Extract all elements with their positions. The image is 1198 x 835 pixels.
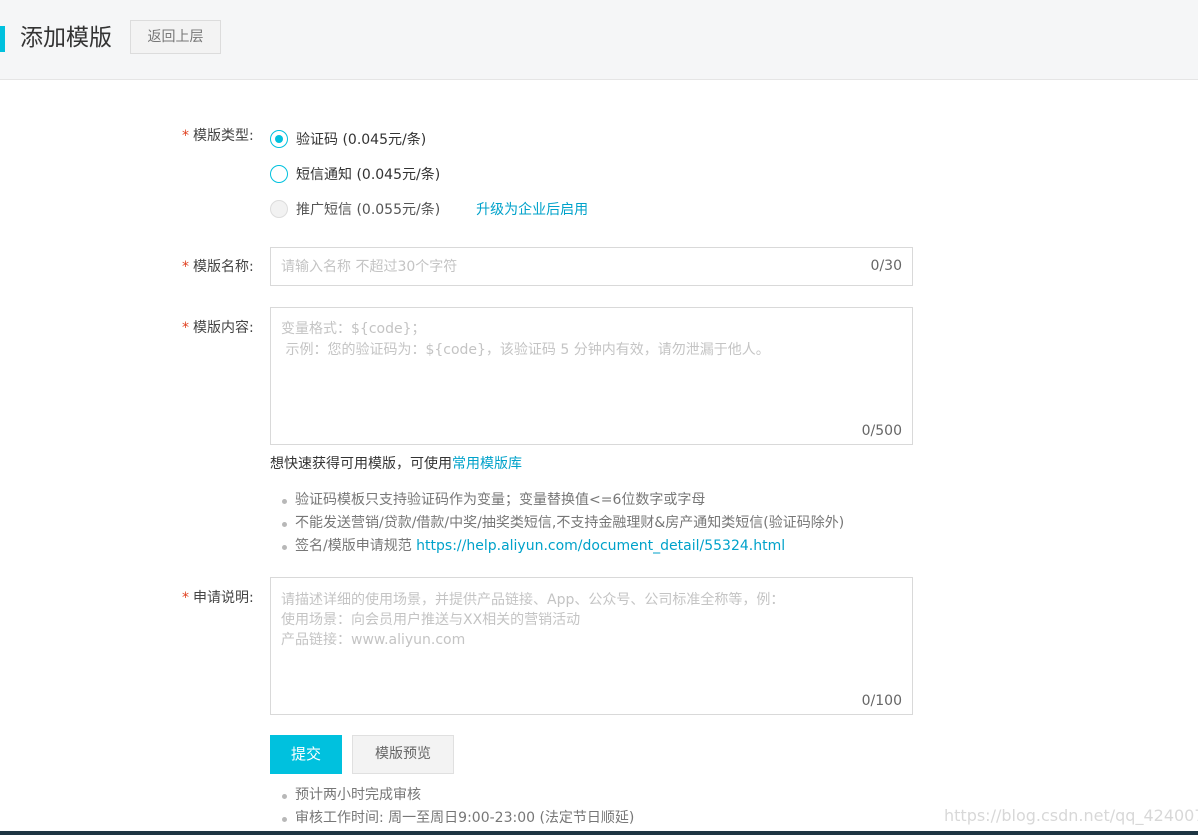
required-asterisk: * — [182, 590, 189, 606]
quick-template-tip: 想快速获得可用模版，可使用常用模版库 — [270, 456, 522, 472]
bottom-edge-bar — [0, 831, 1198, 835]
application-description-textarea[interactable]: 请描述详细的使用场景，并提供产品链接、App、公众号、公司标准全称等，例： 使用… — [270, 577, 913, 715]
template-content-textarea[interactable]: 变量格式：${code}； 示例：您的验证码为：${code}，该验证码 5 分… — [270, 307, 913, 445]
description-placeholder-line1: 请描述详细的使用场景，并提供产品链接、App、公众号、公司标准全称等，例： — [281, 592, 785, 608]
template-name-input[interactable]: 请输入名称 不超过30个字符 0/30 — [270, 247, 913, 286]
template-preview-button[interactable]: 模版预览 — [352, 735, 454, 774]
name-char-counter: 0/30 — [870, 258, 902, 274]
content-placeholder-line2: 示例：您的验证码为：${code}，该验证码 5 分钟内有效，请勿泄漏于他人。 — [281, 342, 770, 358]
title-accent-bar — [0, 26, 5, 52]
note-item: 验证码模板只支持验证码作为变量；变量替换值<=6位数字或字母 — [282, 489, 844, 512]
description-placeholder-line2: 使用场景：向会员用户推送与XX相关的营销活动 — [281, 612, 581, 628]
required-asterisk: * — [182, 259, 189, 275]
description-placeholder-line3: 产品链接：www.aliyun.com — [281, 632, 466, 648]
upgrade-enterprise-link[interactable]: 升级为企业后启用 — [476, 199, 588, 219]
page-title: 添加模版 — [20, 25, 112, 51]
radio-label: 短信通知 (0.045元/条) — [296, 167, 441, 183]
template-type-label: * 模版类型: — [182, 128, 254, 144]
name-placeholder: 请输入名称 不超过30个字符 — [281, 259, 458, 275]
radio-label: 推广短信 (0.055元/条) — [296, 202, 441, 218]
common-templates-link[interactable]: 常用模版库 — [452, 456, 522, 472]
radio-disabled-icon — [270, 200, 288, 218]
review-notes: 预计两小时完成审核 审核工作时间: 周一至周日9:00-23:00 (法定节日顺… — [282, 784, 634, 830]
application-description-label: * 申请说明: — [182, 590, 254, 606]
required-asterisk: * — [182, 320, 189, 336]
note-item: 不能发送营销/贷款/借款/中奖/抽奖类短信,不支持金融理财&房产通知类短信(验证… — [282, 512, 844, 535]
radio-checked-icon — [270, 130, 288, 148]
radio-promotion-sms: 推广短信 (0.055元/条) 升级为企业后启用 — [270, 198, 588, 220]
content-notes: 验证码模板只支持验证码作为变量；变量替换值<=6位数字或字母 不能发送营销/贷款… — [282, 489, 844, 558]
back-button[interactable]: 返回上层 — [130, 20, 221, 54]
content-placeholder-line1: 变量格式：${code}； — [281, 321, 426, 337]
template-content-label: * 模版内容: — [182, 320, 254, 336]
spec-doc-link[interactable]: https://help.aliyun.com/document_detail/… — [416, 538, 785, 554]
description-char-counter: 0/100 — [861, 693, 902, 709]
radio-unchecked-icon — [270, 165, 288, 183]
radio-verification-code[interactable]: 验证码 (0.045元/条) — [270, 128, 426, 150]
required-asterisk: * — [182, 128, 189, 144]
note-item: 审核工作时间: 周一至周日9:00-23:00 (法定节日顺延) — [282, 807, 634, 830]
content-char-counter: 0/500 — [861, 423, 902, 439]
radio-sms-notification[interactable]: 短信通知 (0.045元/条) — [270, 163, 440, 185]
note-item: 签名/模版申请规范 https://help.aliyun.com/docume… — [282, 535, 844, 558]
submit-button[interactable]: 提交 — [270, 735, 342, 774]
note-item: 预计两小时完成审核 — [282, 784, 634, 807]
page-header: 添加模版 返回上层 — [0, 0, 1198, 80]
watermark: https://blog.csdn.net/qq_42400763 — [944, 806, 1198, 825]
radio-label: 验证码 (0.045元/条) — [296, 132, 427, 148]
template-name-label: * 模版名称: — [182, 259, 254, 275]
